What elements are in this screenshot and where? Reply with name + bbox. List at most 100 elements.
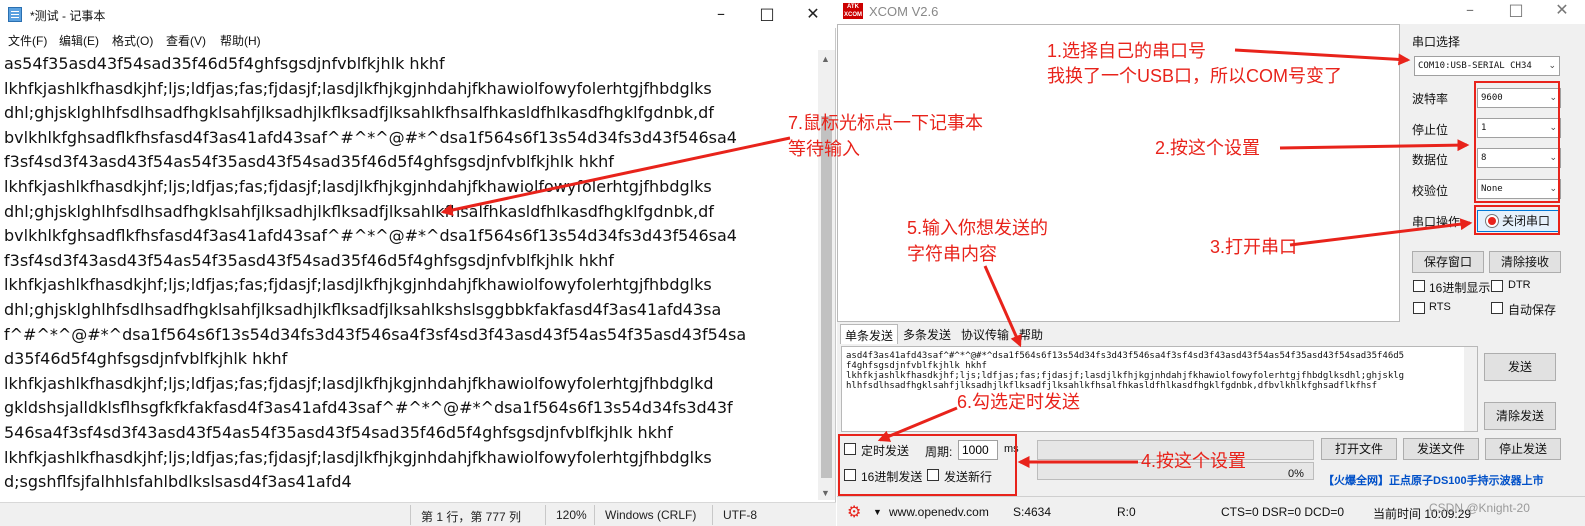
menu-view[interactable]: 查看(V): [166, 32, 206, 49]
send-file-button[interactable]: 发送文件: [1403, 438, 1479, 460]
hex-display-label: 16进制显示: [1429, 281, 1491, 295]
text-line: f3sf4sd3f43asd43f54as54f35asd43f54sad35f…: [4, 250, 614, 270]
notepad-menubar: 文件(F) 编辑(E) 格式(O) 查看(V) 帮助(H): [0, 28, 836, 50]
gear-icon[interactable]: ⚙: [847, 502, 861, 521]
port-select[interactable]: COM10:USB-SERIAL CH34 ⌄: [1414, 56, 1560, 76]
tab-multi-send[interactable]: 多条发送: [899, 324, 955, 344]
menu-edit[interactable]: 编辑(E): [59, 32, 99, 49]
serial-select-label: 串口选择: [1412, 35, 1461, 49]
stop-send-button[interactable]: 停止发送: [1485, 438, 1561, 460]
clear-send-button[interactable]: 清除发送: [1484, 402, 1556, 430]
text-line: gkldshsjalldklsflhsgfkfkfakfasd4f3as41af…: [4, 398, 733, 418]
text-line: 546sa4f3sf4sd3f43asd43f54as54f35asd43f54…: [4, 422, 673, 442]
send-button[interactable]: 发送: [1484, 353, 1556, 381]
text-line: d;sgshflfsjfalhhlsfahlbdlkslsasd4f3as41a…: [4, 472, 352, 492]
send-count: S:4634: [1013, 505, 1052, 519]
notepad-titlebar: *测试 - 记事本 – □ ✕: [0, 0, 836, 28]
rts-label: RTS: [1429, 301, 1451, 313]
dropdown-arrow-icon[interactable]: ▼: [873, 507, 882, 517]
cursor-position: 第 1 行，第 777 列: [421, 510, 522, 524]
databits-label: 数据位: [1412, 153, 1449, 167]
send-text-line: asd4f3as41afd43saf^#^*^@#*^dsa1f564s6f13…: [846, 351, 1405, 361]
serial-op-label: 串口操作: [1412, 215, 1461, 229]
open-port-highlight-box: [1474, 205, 1560, 235]
text-line: f3sf4sd3f43asd43f54as54f35asd43f54sad35f…: [4, 152, 614, 172]
text-line: dhl;ghjsklghlhfsdlhsadfhgklsahfjlksadhjl…: [4, 299, 722, 319]
annotation-4: 4.按这个设置: [1141, 451, 1247, 471]
hex-display-checkbox[interactable]: [1413, 280, 1425, 292]
tab-single-send[interactable]: 单条发送: [840, 324, 899, 344]
text-line: lkhfkjashlkfhasdkjhf;ljs;ldfjas;fas;fjda…: [4, 78, 712, 98]
text-line: bvlkhlkfghsadflkfhsfasd4f3as41afd43saf^#…: [4, 226, 737, 246]
text-line: bvlkhlkfghsadflkfhsfasd4f3as41afd43saf^#…: [4, 127, 737, 147]
send-text-line: f4ghfsgsdjnfvblfkjhlk hkhf: [846, 361, 987, 371]
website-link[interactable]: www.openedv.com: [889, 505, 989, 519]
menu-help[interactable]: 帮助(H): [220, 32, 261, 49]
dtr-label: DTR: [1508, 279, 1531, 291]
line-ending: Windows (CRLF): [605, 508, 697, 522]
text-line: f^#^*^@#*^dsa1f564s6f13s54d34fs3d43f546s…: [4, 324, 747, 344]
close-button[interactable]: ✕: [790, 0, 836, 28]
auto-save-checkbox[interactable]: [1491, 302, 1503, 314]
tab-protocol[interactable]: 协议传输: [957, 324, 1013, 344]
annotation-1-line1: 1.选择自己的串口号: [1047, 41, 1207, 61]
xcom-titlebar: ATK XCOM XCOM V2.6 – □ ✕: [837, 0, 1585, 24]
settings-highlight-box: [1474, 81, 1560, 203]
xcom-maximize-button[interactable]: □: [1493, 0, 1539, 24]
zoom-level: 120%: [556, 508, 587, 522]
receive-count: R:0: [1117, 505, 1136, 519]
annotation-7-line2: 等待输入: [788, 139, 860, 159]
ad-link[interactable]: 【火爆全网】正点原子DS100手持示波器上市: [1323, 472, 1544, 488]
text-line: dhl;ghjsklghlhfsdlhsadfhgklsahfjlksadhjl…: [4, 201, 714, 221]
annotation-3: 3.打开串口: [1210, 237, 1298, 257]
watermark: CSDN @Knight-20: [1429, 501, 1530, 515]
annotation-1-line2: 我换了一个USB口，所以COM号变了: [1047, 66, 1343, 86]
notepad-statusbar: 第 1 行，第 777 列 120% Windows (CRLF) UTF-8: [0, 502, 836, 526]
tab-help[interactable]: 帮助: [1015, 324, 1047, 344]
xcom-close-button[interactable]: ✕: [1539, 0, 1585, 24]
encoding: UTF-8: [723, 508, 757, 522]
notepad-icon: [8, 7, 22, 22]
text-line: lkhfkjashlkfhasdkjhf;ljs;ldfjas;fas;fjda…: [4, 275, 712, 295]
xcom-title: XCOM V2.6: [869, 4, 939, 19]
scroll-down-icon[interactable]: ▼: [821, 488, 830, 498]
chevron-down-icon: ⌄: [1548, 61, 1556, 71]
notepad-title: *测试 - 记事本: [30, 9, 106, 23]
stopbits-label: 停止位: [1412, 123, 1449, 137]
send-scrollbar[interactable]: [1464, 347, 1477, 431]
send-text-line: lkhfkjashlkfhasdkjhf;ljs;ldfjas;fas;fjda…: [846, 371, 1405, 381]
parity-label: 校验位: [1412, 184, 1449, 198]
send-options-highlight-box: [838, 434, 1017, 496]
send-text-line: hlhfsdlhsadfhgklsahfjlksadhjlkflksadfjlk…: [846, 381, 1378, 391]
annotation-6: 6.勾选定时发送: [957, 392, 1081, 412]
scroll-thumb[interactable]: [821, 116, 832, 478]
rts-checkbox[interactable]: [1413, 302, 1425, 314]
text-line: lkhfkjashlkfhasdkjhf;ljs;ldfjas;fas;fjda…: [4, 447, 712, 467]
xcom-minimize-button[interactable]: –: [1447, 0, 1493, 24]
minimize-button[interactable]: –: [698, 0, 744, 28]
maximize-button[interactable]: □: [744, 0, 790, 28]
annotation-5-line2: 字符串内容: [907, 244, 997, 264]
clear-receive-button[interactable]: 清除接收: [1489, 251, 1561, 273]
atk-logo: ATK XCOM: [843, 3, 863, 19]
baud-label: 波特率: [1412, 92, 1449, 106]
notepad-window: *测试 - 记事本 – □ ✕ 文件(F) 编辑(E) 格式(O) 查看(V) …: [0, 0, 836, 526]
progress-text: 0%: [1288, 468, 1304, 480]
auto-save-label: 自动保存: [1508, 303, 1557, 317]
annotation-5-line1: 5.输入你想发送的: [907, 218, 1049, 238]
annotation-7-line1: 7.鼠标光标点一下记事本: [788, 113, 984, 133]
save-window-button[interactable]: 保存窗口: [1412, 251, 1484, 273]
menu-file[interactable]: 文件(F): [8, 32, 47, 49]
text-line: lkhfkjashlkfhasdkjhf;ljs;ldfjas;fas;fjda…: [4, 176, 712, 196]
text-line: dhl;ghjsklghlhfsdlhsadfhgklsahfjlksadhjl…: [4, 103, 714, 123]
scroll-up-icon[interactable]: ▲: [821, 54, 830, 64]
send-input[interactable]: asd4f3as41afd43saf^#^*^@#*^dsa1f564s6f13…: [841, 346, 1478, 432]
dtr-checkbox[interactable]: [1491, 280, 1503, 292]
annotation-2: 2.按这个设置: [1155, 138, 1261, 158]
open-file-button[interactable]: 打开文件: [1321, 438, 1397, 460]
text-line: d35f46d5f4ghfsgsdjnfvblfkjhlk hkhf: [4, 349, 288, 369]
xcom-statusbar: ⚙ ▼ www.openedv.com S:4634 R:0 CTS=0 DSR…: [837, 496, 1585, 526]
notepad-text-area[interactable]: as54f35asd43f54sad35f46d5f4ghfsgsdjnfvbl…: [0, 50, 818, 500]
menu-format[interactable]: 格式(O): [112, 32, 153, 49]
text-line: as54f35asd43f54sad35f46d5f4ghfsgsdjnfvbl…: [4, 54, 445, 73]
